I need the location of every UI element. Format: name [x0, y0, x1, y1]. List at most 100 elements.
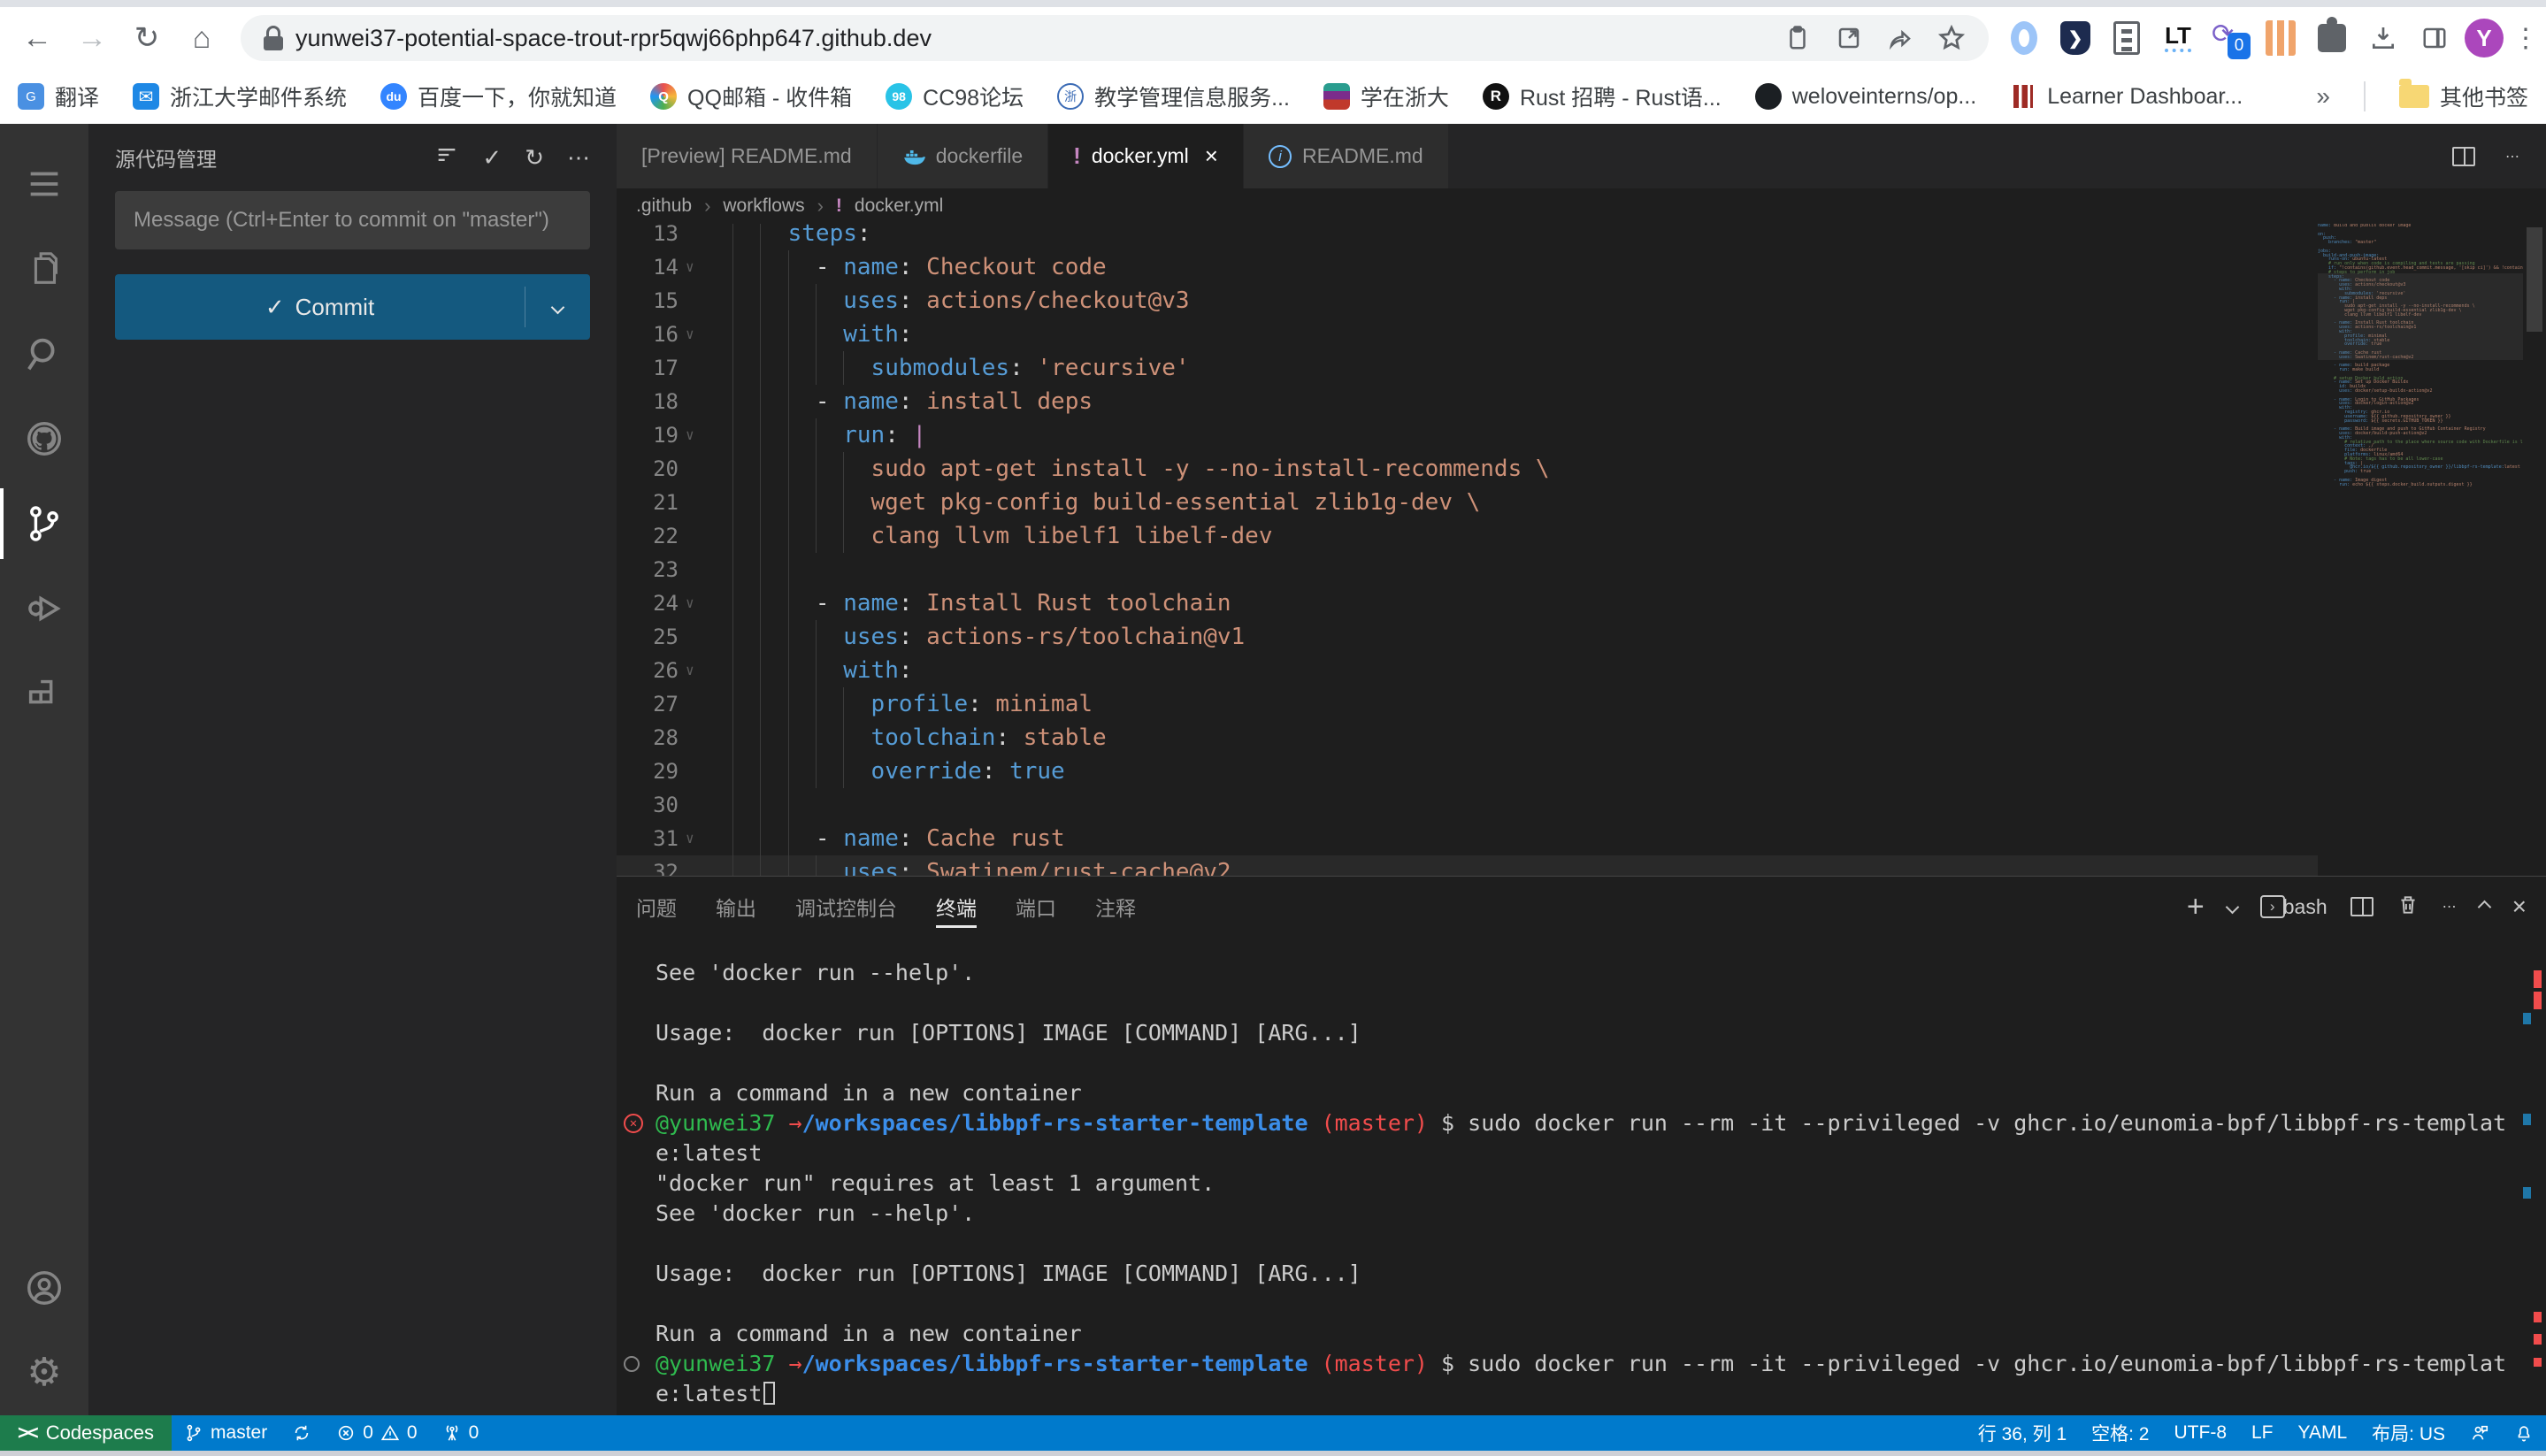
panel-tab-6[interactable]: 注释 [1095, 877, 1136, 937]
github-icon[interactable] [0, 396, 88, 481]
back-icon[interactable]: ← [12, 13, 62, 63]
code-line[interactable]: 30 [617, 788, 2318, 822]
search-icon[interactable] [0, 311, 88, 396]
code-line[interactable]: 29 override: true [617, 755, 2318, 788]
kill-terminal-icon[interactable] [2396, 893, 2419, 921]
split-editor-icon[interactable] [2452, 147, 2475, 166]
more-actions-icon[interactable]: ⋯ [567, 144, 590, 172]
fold-chevron-icon[interactable]: ∨ [686, 822, 694, 855]
bookmark-item[interactable]: G翻译 [18, 80, 99, 112]
bookmark-star-icon[interactable] [1930, 17, 1973, 59]
status-item-3[interactable]: UTF-8 [2162, 1415, 2240, 1451]
code-line[interactable]: 25 uses: actions-rs/toolchain@v1 [617, 620, 2318, 654]
fold-chevron-icon[interactable]: ∨ [686, 586, 694, 620]
code-line[interactable]: 17 submodules: 'recursive' [617, 351, 2318, 385]
status-item-5[interactable]: YAML [2286, 1415, 2360, 1451]
settings-gear-icon[interactable]: ⚙ [0, 1330, 88, 1415]
problems-indicator[interactable]: 0 0 [324, 1415, 429, 1451]
feedback-indicator[interactable] [2458, 1415, 2502, 1451]
commit-check-icon[interactable]: ✓ [482, 144, 502, 172]
tab--preview-readme.md[interactable]: [Preview] README.md [617, 124, 878, 188]
breadcrumb[interactable]: .github›workflows›!docker.yml [617, 188, 2546, 224]
panel-tab-4[interactable]: 终端 [936, 877, 977, 937]
code-line[interactable]: 16∨ with: [617, 318, 2318, 351]
branch-indicator[interactable]: master [172, 1415, 280, 1451]
url-text[interactable]: yunwei37-potential-space-trout-rpr5qwj66… [295, 25, 1776, 52]
bookmark-item[interactable]: 学在浙大 [1323, 80, 1449, 112]
side-panel-icon[interactable] [2413, 17, 2456, 59]
menu-icon[interactable] [0, 142, 88, 226]
minimap[interactable]: name: Build and publis docker image on: … [2318, 224, 2523, 876]
panel-tab-1[interactable]: 问题 [636, 877, 677, 937]
terminal-mark-command[interactable] [2523, 1114, 2531, 1125]
fold-chevron-icon[interactable]: ∨ [686, 250, 694, 284]
close-icon[interactable]: × [1205, 142, 1218, 170]
terminal-mark-error[interactable] [2534, 1312, 2542, 1322]
bookmarks-overflow-icon[interactable]: » [2316, 82, 2330, 111]
panel-tab-2[interactable]: 输出 [716, 877, 756, 937]
terminal-mark-command[interactable] [2523, 1187, 2531, 1199]
terminal[interactable]: See 'docker run --help'.Usage: docker ru… [617, 937, 2546, 1415]
code-line[interactable]: 15 uses: actions/checkout@v3 [617, 284, 2318, 318]
command-running-icon[interactable] [624, 1356, 640, 1372]
pencils-extension-icon[interactable] [2259, 17, 2302, 59]
code-line[interactable]: 22 clang llvm libelf1 libelf-dev [617, 519, 2318, 553]
code-line[interactable]: 20 sudo apt-get install -y --no-install-… [617, 452, 2318, 486]
commit-message-input[interactable] [115, 191, 590, 249]
terminal-mark-error[interactable] [2534, 992, 2542, 1009]
code-line[interactable]: 31∨ - name: Cache rust [617, 822, 2318, 855]
code-line[interactable]: 14∨ - name: Checkout code [617, 250, 2318, 284]
fold-chevron-icon[interactable]: ∨ [686, 418, 694, 452]
circle-extension-icon[interactable] [2003, 17, 2045, 59]
other-bookmarks[interactable]: 其他书签 [2399, 80, 2528, 112]
code-line[interactable]: 28 toolchain: stable [617, 721, 2318, 755]
explorer-icon[interactable] [0, 226, 88, 311]
clipboard-icon[interactable] [1776, 17, 1819, 59]
maximize-panel-icon[interactable] [2477, 900, 2491, 914]
editor[interactable]: 13 steps:14∨ - name: Checkout code15 use… [617, 224, 2546, 876]
bookmark-item[interactable]: du百度一下，你就知道 [380, 80, 617, 112]
panel-more-icon[interactable]: ⋯ [2442, 898, 2457, 916]
breadcrumb-file[interactable]: docker.yml [855, 195, 943, 217]
code-line[interactable]: 18 - name: install deps [617, 385, 2318, 418]
minimap-viewport[interactable] [2318, 273, 2523, 360]
terminal-mark-error[interactable] [2534, 970, 2542, 988]
fold-chevron-icon[interactable]: ∨ [686, 654, 694, 687]
bookmark-item[interactable]: weloveinterns/op... [1755, 83, 1976, 110]
extensions-icon[interactable] [0, 651, 88, 736]
new-terminal-icon[interactable]: + [2187, 892, 2205, 922]
run-debug-icon[interactable] [0, 566, 88, 651]
commit-button[interactable]: ✓ Commit [115, 274, 590, 340]
share-icon[interactable] [1879, 17, 1921, 59]
ports-indicator[interactable]: 0 [430, 1415, 492, 1451]
commit-dropdown[interactable] [525, 287, 590, 327]
browser-avatar[interactable]: Y [2465, 19, 2504, 57]
code-line[interactable]: 24∨ - name: Install Rust toolchain [617, 586, 2318, 620]
code-line[interactable]: 32 uses: Swatinem/rust-cache@v2 [617, 855, 2318, 876]
notes-extension-icon[interactable] [2105, 17, 2148, 59]
terminal-mark-error[interactable] [2534, 1358, 2542, 1367]
terminal-mark-command[interactable] [2523, 1013, 2531, 1024]
extensions-puzzle-icon[interactable] [2311, 17, 2353, 59]
panel-tab-3[interactable]: 调试控制台 [795, 877, 897, 937]
remote-indicator[interactable]: >< Codespaces [0, 1415, 172, 1451]
status-item-1[interactable]: 行 36, 列 1 [1966, 1415, 2079, 1451]
code-line[interactable]: 26∨ with: [617, 654, 2318, 687]
bookmark-item[interactable]: QQQ邮箱 - 收件箱 [650, 80, 852, 112]
fold-chevron-icon[interactable]: ∨ [686, 318, 694, 351]
view-options-icon[interactable] [434, 142, 459, 173]
code-line[interactable]: 23 [617, 553, 2318, 586]
code-line[interactable]: 21 wget pkg-config build-essential zlib1… [617, 486, 2318, 519]
bookmark-item[interactable]: 98CC98论坛 [886, 80, 1024, 112]
status-item-4[interactable]: LF [2239, 1415, 2286, 1451]
shell-label[interactable]: bash [2283, 895, 2327, 919]
refresh-icon[interactable]: ↻ [525, 144, 544, 172]
tab-docker.yml[interactable]: !docker.yml× [1048, 124, 1244, 188]
status-item-2[interactable]: 空格: 2 [2079, 1415, 2161, 1451]
command-failed-icon[interactable]: ✕ [624, 1114, 643, 1133]
close-panel-icon[interactable]: × [2512, 893, 2527, 921]
terminal-dropdown-icon[interactable] [2225, 900, 2239, 914]
breadcrumb-item[interactable]: .github [636, 195, 692, 217]
sync-indicator[interactable] [280, 1415, 324, 1451]
split-terminal-icon[interactable] [2350, 897, 2373, 916]
